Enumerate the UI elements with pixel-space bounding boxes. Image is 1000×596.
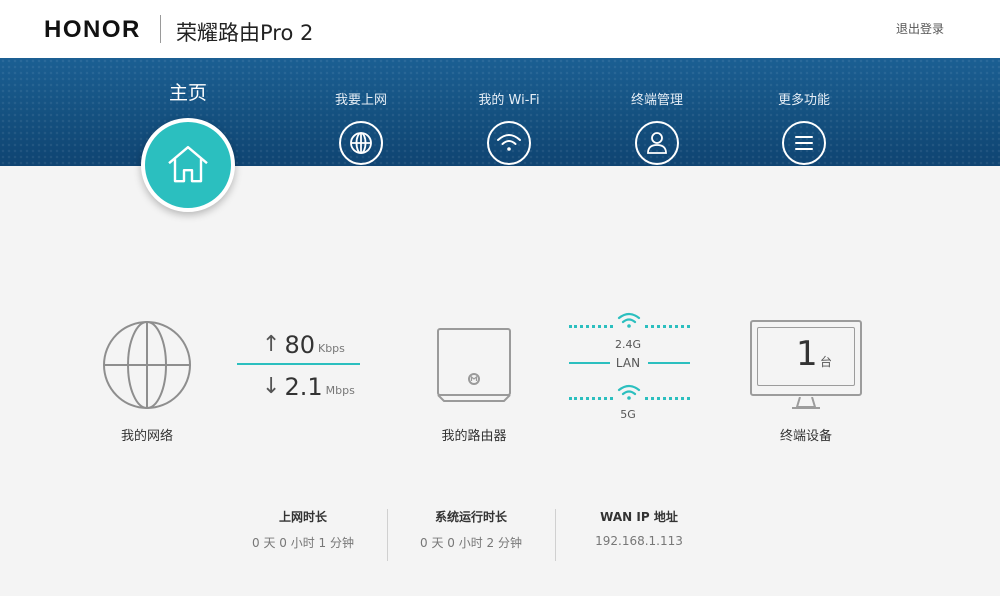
top-header: HONOR 荣耀路由Pro 2 退出登录 — [0, 0, 1000, 58]
my-router-label: 我的路由器 — [441, 429, 507, 444]
nav-home-label: 主页 — [168, 82, 207, 104]
brand-divider — [160, 15, 161, 43]
nav-item-wifi[interactable]: 我的 Wi-Fi — [449, 92, 569, 165]
stat-system-uptime: 系统运行时长 0 天 0 小时 2 分钟 — [387, 508, 555, 551]
wifi-24g-icon — [617, 311, 641, 333]
download-speed-value: 2.1 — [284, 373, 323, 401]
band-24-dots-left — [569, 325, 613, 328]
upload-speed: ↑ 80 Kbps — [262, 332, 345, 358]
stat-title: 系统运行时长 — [434, 510, 507, 524]
user-icon — [635, 121, 679, 165]
wifi-5g-icon — [617, 383, 641, 405]
devices-label: 终端设备 — [779, 429, 832, 444]
home-button[interactable] — [141, 118, 235, 212]
stat-value: 0 天 0 小时 2 分钟 — [420, 536, 522, 550]
band-24-dots-right — [645, 325, 690, 328]
brand-logo: HONOR — [44, 16, 141, 43]
band-5g-label: 5G — [620, 408, 636, 421]
nav-item-more[interactable]: 更多功能 — [744, 92, 864, 165]
band-5g-dots-right — [645, 397, 690, 400]
nav-item-label: 更多功能 — [777, 93, 830, 108]
upload-arrow-icon: ↑ — [262, 332, 281, 357]
upload-speed-value: 80 — [284, 331, 315, 359]
lan-label: LAN — [615, 356, 641, 370]
band-24g-label: 2.4G — [614, 338, 642, 351]
logout-link[interactable]: 退出登录 — [896, 20, 944, 37]
nav-item-internet[interactable]: 我要上网 — [301, 92, 421, 165]
stat-value: 0 天 0 小时 1 分钟 — [252, 536, 354, 550]
nav-item-devices[interactable]: 终端管理 — [597, 92, 717, 165]
network-globe-icon[interactable] — [102, 320, 192, 410]
monitor-screen: 1 台 — [757, 327, 855, 386]
stat-title: WAN IP 地址 — [600, 510, 678, 524]
stat-value: 192.168.1.113 — [595, 534, 683, 548]
product-name: 荣耀路由Pro 2 — [176, 21, 314, 45]
stat-title: 上网时长 — [278, 510, 327, 524]
menu-icon — [782, 121, 826, 165]
download-speed-unit: Mbps — [325, 384, 355, 397]
device-count: 1 — [796, 334, 818, 374]
wifi-icon — [487, 121, 531, 165]
band-5g-dots-left — [569, 397, 613, 400]
nav-item-label: 我要上网 — [334, 93, 387, 108]
stat-online-duration: 上网时长 0 天 0 小时 1 分钟 — [219, 508, 387, 551]
globe-icon — [339, 121, 383, 165]
speed-divider — [237, 363, 360, 365]
router-icon[interactable] — [436, 327, 512, 403]
download-speed: ↓ 2.1 Mbps — [262, 374, 355, 400]
stat-wan-ip: WAN IP 地址 192.168.1.113 — [555, 508, 723, 548]
upload-speed-unit: Kbps — [317, 342, 345, 355]
my-network-label: 我的网络 — [120, 429, 173, 444]
device-count-unit: 台 — [820, 355, 833, 369]
home-icon — [168, 145, 208, 183]
nav-item-label: 终端管理 — [630, 93, 683, 108]
download-arrow-icon: ↓ — [262, 374, 281, 399]
devices-monitor[interactable]: 1 台 — [750, 320, 862, 396]
monitor-stand-icon — [784, 396, 828, 415]
nav-item-label: 我的 Wi-Fi — [478, 93, 540, 108]
lan-line-right — [648, 362, 690, 364]
lan-line-left — [569, 362, 610, 364]
